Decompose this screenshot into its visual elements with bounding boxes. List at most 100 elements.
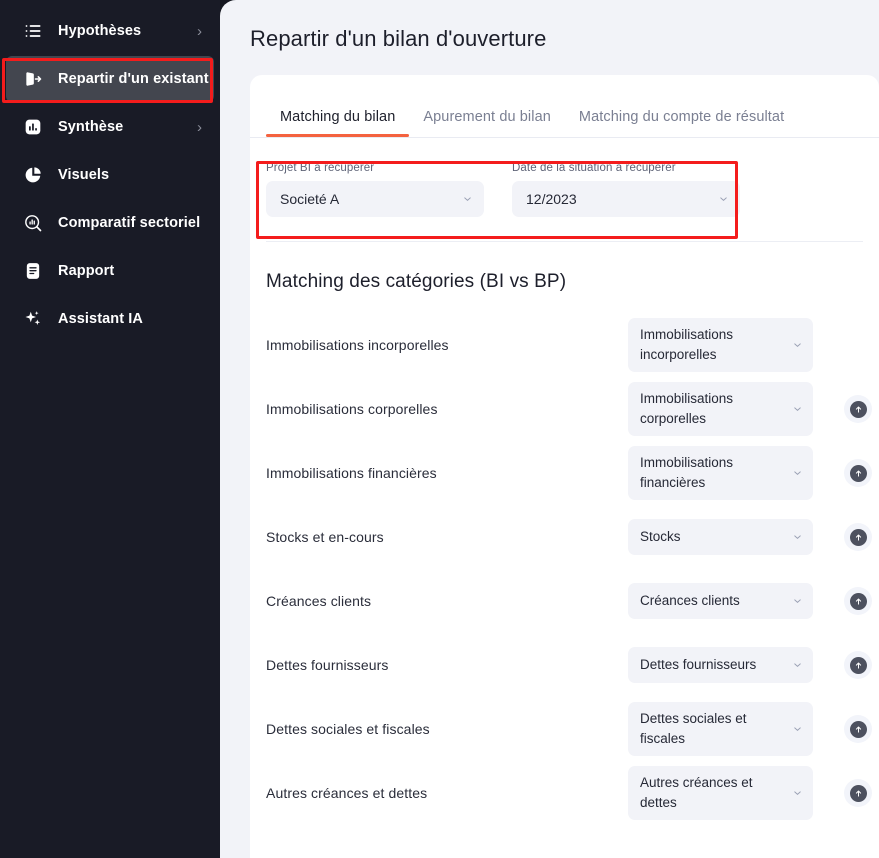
- matching-row-select[interactable]: Immobilisations incorporelles: [628, 318, 813, 372]
- chart-search-icon: [22, 212, 44, 234]
- chevron-down-icon: [792, 532, 803, 543]
- upload-row-button[interactable]: [844, 587, 872, 615]
- matching-row: Immobilisations incorporelles Immobilisat…: [266, 313, 879, 377]
- sparkle-icon: [22, 308, 44, 330]
- matching-section-title: Matching des catégories (BI vs BP): [266, 271, 567, 292]
- matching-row-select-value: Dettes fournisseurs: [640, 657, 757, 673]
- matching-row: Immobilisations financières Immobilisatio…: [266, 441, 879, 505]
- upload-row-button[interactable]: [844, 395, 872, 423]
- upload-row-button[interactable]: [844, 459, 872, 487]
- chevron-down-icon: [792, 468, 803, 479]
- chevron-down-icon: [792, 660, 803, 671]
- main-card: Matching du bilan Apurement du bilan Match…: [250, 75, 879, 858]
- matching-row: Dettes fournisseurs Dettes fournisseurs: [266, 633, 879, 697]
- matching-row-select[interactable]: Dettes fournisseurs: [628, 647, 813, 683]
- sidebar-item-label: Repartir d'un existant: [58, 71, 209, 87]
- upload-circle-icon: [849, 592, 867, 610]
- matching-row-label: Dettes sociales et fiscales: [266, 721, 430, 737]
- matching-row: Immobilisations corporelles Immobilisatio…: [266, 377, 879, 441]
- sidebar-item-label: Rapport: [58, 263, 115, 279]
- matching-row-label: Immobilisations corporelles: [266, 401, 438, 417]
- matching-row-action: [837, 651, 879, 679]
- upload-circle-icon: [849, 720, 867, 738]
- upload-row-button[interactable]: [844, 779, 872, 807]
- date-select-label: Date de la situation à récupérer: [512, 162, 676, 174]
- project-select-field: Projet BI à récupérer Societé A: [266, 162, 484, 217]
- matching-row: Stocks et en-cours Stocks: [266, 505, 879, 569]
- matching-row-action: [837, 587, 879, 615]
- sidebar-item-label: Hypothèses: [58, 23, 142, 39]
- matching-row-label: Stocks et en-cours: [266, 529, 384, 545]
- chevron-down-icon: [792, 404, 803, 415]
- chevron-down-icon: [792, 788, 803, 799]
- upload-circle-icon: [849, 528, 867, 546]
- sidebar-item-label: Visuels: [58, 167, 110, 183]
- upload-row-button[interactable]: [844, 715, 872, 743]
- matching-row-action: [837, 395, 879, 423]
- matching-row-action: [837, 523, 879, 551]
- filters-row: Projet BI à récupérer Societé A Date de la…: [250, 138, 879, 217]
- tab-matching-du-compte-de-resultat[interactable]: Matching du compte de résultat: [565, 109, 798, 137]
- chevron-down-icon: [718, 194, 729, 205]
- matching-row-select-value: Immobilisations financières: [640, 455, 734, 490]
- chevron-down-icon: [462, 194, 473, 205]
- matching-row: Autres créances et dettes Autres créances…: [266, 761, 879, 825]
- document-icon: [22, 260, 44, 282]
- matching-row-action: [837, 331, 879, 359]
- matching-row-label: Créances clients: [266, 593, 372, 609]
- matching-row-select[interactable]: Dettes sociales et fiscales: [628, 702, 813, 756]
- matching-row-label: Immobilisations financières: [266, 465, 437, 481]
- upload-row-button[interactable]: [844, 523, 872, 551]
- matching-row-action: [837, 459, 879, 487]
- tab-bar: Matching du bilan Apurement du bilan Match…: [250, 75, 879, 138]
- chevron-right-icon[interactable]: ›: [197, 120, 202, 135]
- list-icon: [22, 20, 44, 42]
- sidebar: Hypothèses › Repartir d'un existant Synth…: [0, 0, 220, 858]
- date-select[interactable]: 12/2023: [512, 181, 740, 217]
- tab-apurement-du-bilan[interactable]: Apurement du bilan: [409, 109, 565, 137]
- upload-circle-icon: [849, 464, 867, 482]
- sidebar-item-label: Synthèse: [58, 119, 124, 135]
- matching-row-action: [837, 779, 879, 807]
- matching-row-select-value: Immobilisations corporelles: [640, 391, 734, 426]
- sidebar-item-rapport[interactable]: Rapport: [6, 248, 214, 294]
- content-area: Repartir d'un bilan d'ouverture Matching…: [220, 0, 879, 858]
- matching-row-select-value: Créances clients: [640, 593, 740, 609]
- matching-row-select-value: Autres créances et dettes: [640, 775, 753, 810]
- matching-row-select[interactable]: Immobilisations financières: [628, 446, 813, 500]
- sidebar-item-comparatif-sectoriel[interactable]: Comparatif sectoriel: [6, 200, 214, 246]
- app-root: Hypothèses › Repartir d'un existant Synth…: [0, 0, 879, 858]
- matching-row-select-value: Immobilisations incorporelles: [640, 327, 734, 362]
- matching-row-action: [837, 715, 879, 743]
- sidebar-item-assistant-ia[interactable]: Assistant IA: [6, 296, 214, 342]
- matching-row: Dettes sociales et fiscales Dettes social…: [266, 697, 879, 761]
- sidebar-item-synthese[interactable]: Synthèse ›: [6, 104, 214, 150]
- matching-row-select-value: Dettes sociales et fiscales: [640, 711, 747, 746]
- date-select-field: Date de la situation à récupérer 12/2023: [512, 162, 740, 217]
- sidebar-item-hypotheses[interactable]: Hypothèses ›: [6, 8, 214, 54]
- matching-row-label: Immobilisations incorporelles: [266, 337, 449, 353]
- project-select-label: Projet BI à récupérer: [266, 162, 375, 174]
- matching-row-select[interactable]: Autres créances et dettes: [628, 766, 813, 820]
- bar-chart-icon: [22, 116, 44, 138]
- chevron-down-icon: [792, 596, 803, 607]
- project-select[interactable]: Societé A: [266, 181, 484, 217]
- upload-circle-icon: [849, 784, 867, 802]
- chevron-right-icon[interactable]: ›: [197, 24, 202, 39]
- page-title: Repartir d'un bilan d'ouverture: [250, 26, 547, 51]
- matching-row-select-value: Stocks: [640, 529, 681, 545]
- matching-row-select[interactable]: Stocks: [628, 519, 813, 555]
- matching-row-select[interactable]: Créances clients: [628, 583, 813, 619]
- tab-matching-du-bilan[interactable]: Matching du bilan: [266, 109, 410, 137]
- upload-row-button[interactable]: [844, 651, 872, 679]
- chevron-down-icon: [792, 724, 803, 735]
- sidebar-item-visuels[interactable]: Visuels: [6, 152, 214, 198]
- sidebar-item-repartir-d-un-existant[interactable]: Repartir d'un existant: [6, 56, 214, 102]
- upload-circle-icon: [849, 400, 867, 418]
- matching-row: Créances clients Créances clients: [266, 569, 879, 633]
- upload-circle-icon: [849, 656, 867, 674]
- export-door-icon: [22, 68, 44, 90]
- sidebar-item-label: Comparatif sectoriel: [58, 215, 201, 231]
- matching-row-select[interactable]: Immobilisations corporelles: [628, 382, 813, 436]
- date-select-value: 12/2023: [526, 191, 577, 207]
